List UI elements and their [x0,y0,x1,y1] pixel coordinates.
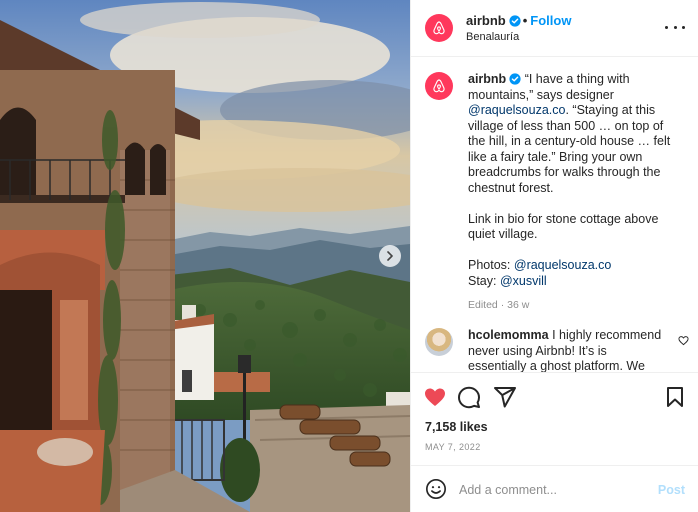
heart-icon[interactable] [423,385,447,409]
comment-username[interactable]: hcolemomma [468,328,549,342]
post-actions: 7,158 likes MAY 7, 2022 [411,372,698,464]
likes-count[interactable]: 7,158 likes [425,420,488,434]
post-comment-button[interactable]: Post [658,483,685,497]
airbnb-logo-icon [433,79,445,93]
village-photo [0,0,410,512]
caption-avatar[interactable] [425,72,453,100]
more-options-icon[interactable] [665,18,685,36]
header-username[interactable]: airbnb [466,13,506,28]
post-header: airbnb • Follow Benalauría [411,0,698,57]
post-panel: airbnb • Follow Benalauría airbnb “I have … [410,0,698,512]
emoji-icon[interactable] [425,478,447,500]
stay-label: Stay: [468,273,497,288]
comment-text: hcolemomma I highly recommend never usin… [468,328,668,372]
separator-dot: • [522,13,528,28]
edited-timestamp: Edited · 36 w [468,299,530,311]
comment-input[interactable] [459,480,639,500]
location-link[interactable]: Benalauría [466,31,519,43]
verified-badge-icon [509,73,521,85]
airbnb-avatar[interactable] [425,14,453,42]
commenter-avatar[interactable] [425,328,453,356]
post-photo[interactable] [0,0,410,512]
verified-badge-icon [509,15,521,27]
comment-like-icon[interactable] [678,335,689,346]
caption-link-text: Link in bio for stone cottage above quie… [468,211,659,242]
caption-username[interactable]: airbnb [468,72,506,86]
comments-area[interactable]: airbnb “I have a thing with mountains,” … [411,57,698,372]
post-date: MAY 7, 2022 [425,442,481,452]
bookmark-icon[interactable] [663,385,687,409]
header-username-row: airbnb • Follow [466,13,571,28]
chevron-right-icon [387,251,393,261]
photos-credit-mention[interactable]: @raquelsouza.co [514,258,611,272]
stay-credit-mention[interactable]: @xusvill [500,274,547,288]
share-icon[interactable] [493,385,517,409]
caption-credits: Photos: @raquelsouza.co Stay: @xusvill [468,258,684,289]
photos-label: Photos: [468,258,511,272]
post-caption: airbnb “I have a thing with mountains,” … [468,72,684,314]
comment-icon[interactable] [457,385,481,409]
follow-button[interactable]: Follow [530,13,571,28]
next-photo-button[interactable] [379,245,401,267]
airbnb-logo-icon [433,21,445,35]
caption-mention[interactable]: @raquelsouza.co [468,103,565,117]
comment-composer: Post [411,465,698,512]
